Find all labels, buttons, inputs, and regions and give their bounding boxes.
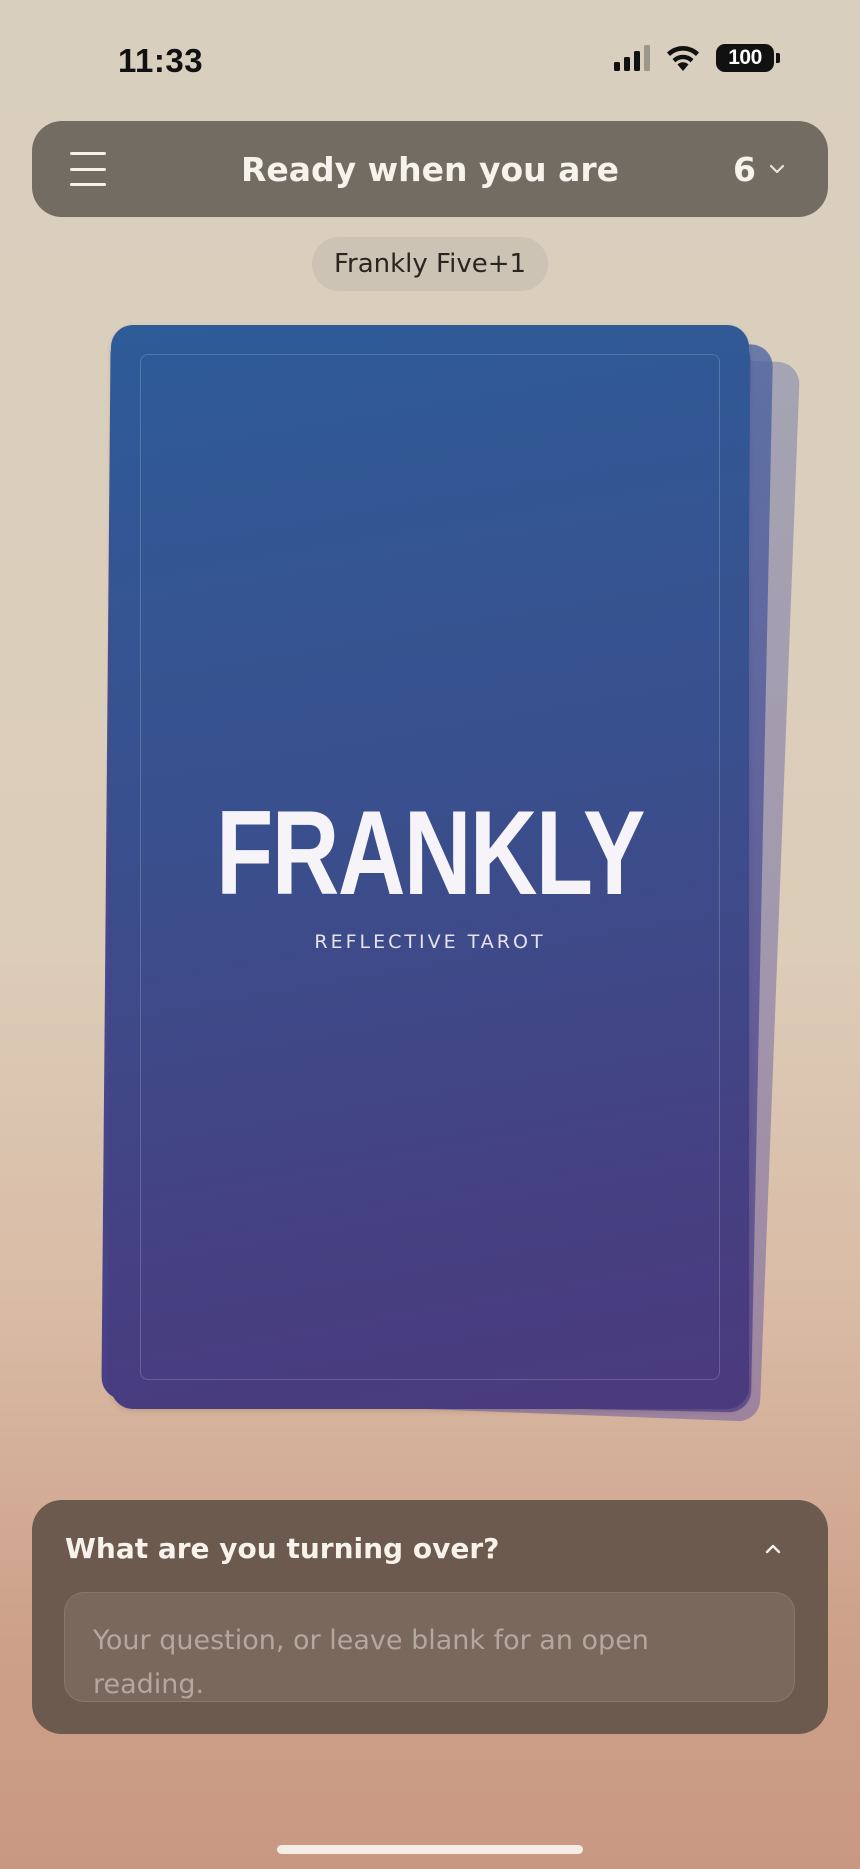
battery-level: 100 bbox=[716, 44, 774, 72]
card-count-dropdown[interactable]: 6 bbox=[733, 121, 786, 217]
card-tagline: REFLECTIVE TAROT bbox=[314, 931, 546, 953]
question-label: What are you turning over? bbox=[65, 1532, 500, 1565]
chevron-up-icon[interactable] bbox=[758, 1534, 788, 1564]
header-bar: Ready when you are 6 bbox=[32, 121, 828, 217]
question-panel: What are you turning over? bbox=[32, 1500, 828, 1734]
card-logo: FRANKLY bbox=[216, 786, 645, 920]
status-icons: 100 bbox=[614, 44, 780, 72]
signal-icon bbox=[614, 45, 650, 71]
wifi-icon bbox=[664, 44, 702, 72]
hamburger-menu-icon[interactable] bbox=[70, 149, 110, 189]
spread-name-chip[interactable]: Frankly Five+1 bbox=[312, 237, 548, 291]
card-deck: FRANKLY REFLECTIVE TAROT bbox=[0, 0, 860, 1480]
home-indicator[interactable] bbox=[277, 1845, 583, 1854]
tarot-card-front[interactable]: FRANKLY REFLECTIVE TAROT bbox=[111, 325, 749, 1409]
status-time: 11:33 bbox=[118, 42, 204, 79]
chevron-down-icon bbox=[768, 163, 786, 175]
status-bar: 11:33 100 bbox=[0, 0, 860, 120]
battery-icon: 100 bbox=[716, 44, 780, 72]
card-count-value: 6 bbox=[733, 149, 756, 189]
header-title: Ready when you are bbox=[240, 149, 620, 189]
question-input[interactable] bbox=[64, 1592, 795, 1702]
